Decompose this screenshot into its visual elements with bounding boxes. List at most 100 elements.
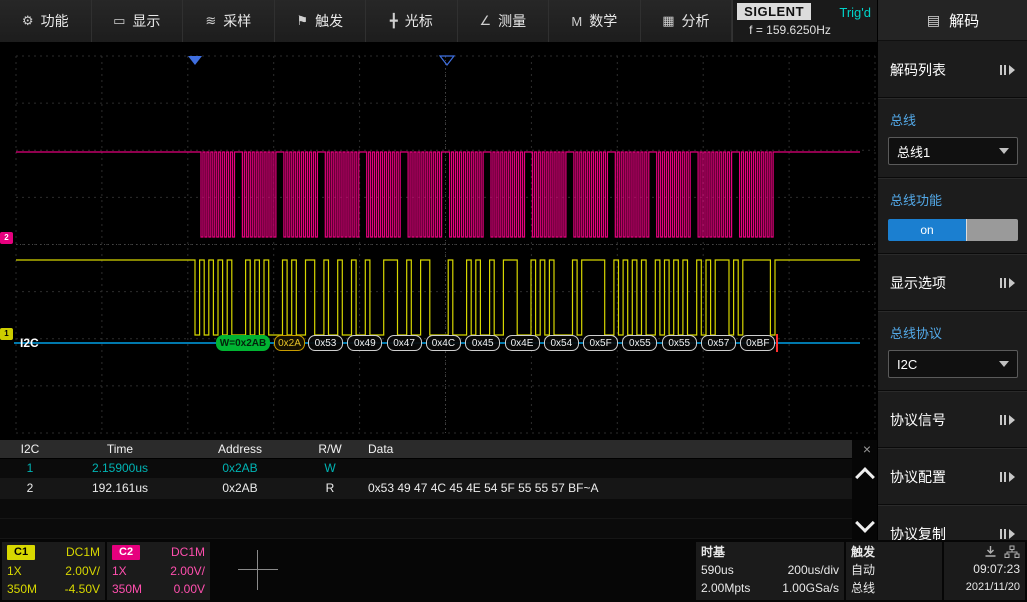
table-row-empty bbox=[0, 499, 852, 519]
system-date: 2021/11/20 bbox=[949, 579, 1020, 596]
toggle-track bbox=[966, 219, 1018, 241]
timebase-status-box[interactable]: 时基 590us 200us/div 2.00Mpts 1.00GSa/s bbox=[696, 542, 844, 600]
channel1-offset: -4.50V bbox=[65, 581, 100, 598]
decode-frame: 0x53 bbox=[308, 335, 343, 351]
table-row[interactable]: 2 192.161us 0x2AB R 0x53 49 47 4C 45 4E … bbox=[0, 479, 852, 499]
display-options-button[interactable]: 显示选项 bbox=[878, 268, 1027, 298]
channel2-bandwidth: 350M bbox=[112, 581, 142, 598]
protocol-config-button[interactable]: 协议配置 bbox=[878, 462, 1027, 492]
decode-list-button[interactable]: 解码列表 bbox=[878, 55, 1027, 85]
gear-icon: ⚙ bbox=[22, 13, 34, 29]
menu-item-math[interactable]: M 数学 bbox=[549, 0, 641, 42]
menu-item-acquire[interactable]: ≋ 采样 bbox=[183, 0, 275, 42]
cursor-icon: ╋ bbox=[390, 13, 398, 29]
channel1-status-box[interactable]: C1 DC1M 1X 2.00V/ 350M -4.50V bbox=[2, 542, 105, 600]
cell-rw: W bbox=[300, 459, 360, 478]
decode-frame: 0x2A bbox=[274, 335, 305, 351]
menu-item-measure[interactable]: ∠ 测量 bbox=[458, 0, 550, 42]
cell-time: 192.161us bbox=[60, 479, 180, 498]
oscilloscope-screen: ⚙ 功能 ▭ 显示 ≋ 采样 ⚑ 触发 ╋ 光标 ∠ 测量 bbox=[0, 0, 1027, 602]
cell-address: 0x2AB bbox=[180, 479, 300, 498]
decode-frame: 0x4C bbox=[426, 335, 461, 351]
analysis-icon: ▦ bbox=[662, 13, 674, 29]
protocol-select[interactable]: I2C bbox=[888, 350, 1018, 378]
timebase-scale: 200us/div bbox=[788, 561, 839, 579]
decode-frame: 0xBF bbox=[740, 335, 775, 351]
display-options-label: 显示选项 bbox=[890, 273, 946, 293]
decode-frame: 0x45 bbox=[465, 335, 500, 351]
expand-icon bbox=[999, 528, 1016, 540]
decode-icon: ▤ bbox=[927, 12, 940, 29]
bus-select[interactable]: 总线1 bbox=[888, 137, 1018, 165]
math-icon: M bbox=[571, 14, 582, 29]
cell-address: 0x2AB bbox=[180, 459, 300, 478]
table-scrollbar bbox=[852, 458, 877, 540]
menu-item-utility[interactable]: ⚙ 功能 bbox=[0, 0, 92, 42]
expand-icon bbox=[999, 64, 1016, 76]
decode-frame: 0x5F bbox=[583, 335, 618, 351]
table-row[interactable]: 1 2.15900us 0x2AB W bbox=[0, 459, 852, 479]
measure-icon: ∠ bbox=[480, 13, 492, 29]
expand-icon bbox=[999, 414, 1016, 426]
trigger-source: 总线 bbox=[851, 579, 937, 597]
close-icon[interactable]: × bbox=[863, 441, 871, 457]
column-header-rw: R/W bbox=[300, 440, 360, 458]
panel-title-label: 解码 bbox=[949, 10, 979, 31]
protocol-signal-label: 协议信号 bbox=[890, 410, 946, 430]
decode-frame: W=0x2AB bbox=[216, 335, 270, 351]
decode-list-label: 解码列表 bbox=[890, 60, 946, 80]
trigger-status-box[interactable]: 触发 自动 总线 bbox=[846, 542, 942, 600]
trigger-mode: 自动 bbox=[851, 561, 937, 579]
menu-item-label: 数学 bbox=[589, 11, 617, 31]
decode-frame: 0x57 bbox=[701, 335, 736, 351]
channel1-scale: 2.00V/ bbox=[65, 563, 100, 580]
scroll-up-icon[interactable] bbox=[855, 467, 875, 487]
decode-frame: 0x47 bbox=[387, 335, 422, 351]
separator bbox=[878, 177, 1027, 178]
brand-logo: SIGLENT bbox=[737, 3, 811, 20]
channel1-bandwidth: 350M bbox=[7, 581, 37, 598]
display-icon: ▭ bbox=[113, 13, 125, 29]
cell-index: 2 bbox=[0, 479, 60, 498]
separator bbox=[878, 97, 1027, 98]
lan-icon bbox=[1004, 545, 1020, 559]
crosshair-cursor bbox=[238, 550, 278, 590]
separator bbox=[878, 253, 1027, 254]
menu-item-trigger[interactable]: ⚑ 触发 bbox=[275, 0, 367, 42]
acquire-icon: ≋ bbox=[205, 13, 216, 29]
flag-icon: ⚑ bbox=[296, 13, 308, 29]
menu-item-label: 显示 bbox=[132, 11, 160, 31]
menu-item-label: 测量 bbox=[498, 11, 526, 31]
expand-icon bbox=[999, 277, 1016, 289]
channel2-status-box[interactable]: C2 DC1M 1X 2.00V/ 350M 0.00V bbox=[107, 542, 210, 600]
decode-frame: 0x55 bbox=[662, 335, 697, 351]
channel2-scale: 2.00V/ bbox=[170, 563, 205, 580]
decode-panel: ▤ 解码 解码列表 总线 总线1 总线功能 on 显示选项 总线协议 I2C bbox=[877, 0, 1027, 540]
bus-function-label: 总线功能 bbox=[878, 190, 1027, 209]
status-bar: C1 DC1M 1X 2.00V/ 350M -4.50V C2 DC1M 1X… bbox=[0, 540, 1027, 602]
decode-frame-row: W=0x2AB0x2A0x530x490x470x4C0x450x4E0x540… bbox=[0, 335, 877, 351]
channel2-position-marker[interactable]: 2 bbox=[0, 232, 13, 244]
chevron-down-icon bbox=[999, 148, 1009, 154]
column-header-i2c: I2C bbox=[0, 440, 60, 458]
trigger-label: 触发 bbox=[851, 544, 937, 561]
system-time: 09:07:23 bbox=[949, 560, 1020, 579]
protocol-signal-button[interactable]: 协议信号 bbox=[878, 405, 1027, 435]
channel1-probe: 1X bbox=[7, 563, 22, 580]
menu-item-display[interactable]: ▭ 显示 bbox=[92, 0, 184, 42]
timebase-delay: 590us bbox=[701, 561, 734, 579]
waveform-display[interactable]: 2 1 I2C W=0x2AB0x2A0x530x490x470x4C0x450… bbox=[0, 42, 877, 440]
top-menu: ⚙ 功能 ▭ 显示 ≋ 采样 ⚑ 触发 ╋ 光标 ∠ 测量 bbox=[0, 0, 732, 42]
toggle-on-state: on bbox=[888, 219, 966, 241]
protocol-select-value: I2C bbox=[897, 357, 917, 372]
menu-item-cursors[interactable]: ╋ 光标 bbox=[366, 0, 458, 42]
menu-item-label: 采样 bbox=[223, 11, 251, 31]
cell-data bbox=[360, 459, 852, 478]
column-header-address: Address bbox=[180, 440, 300, 458]
frequency-counter: f = 159.6250Hz bbox=[749, 23, 831, 37]
usb-icon bbox=[984, 545, 997, 559]
trigger-status: Trig'd bbox=[839, 5, 871, 20]
scroll-down-icon[interactable] bbox=[855, 513, 875, 533]
menu-item-analysis[interactable]: ▦ 分析 bbox=[641, 0, 733, 42]
bus-function-toggle[interactable]: on bbox=[888, 219, 1018, 241]
